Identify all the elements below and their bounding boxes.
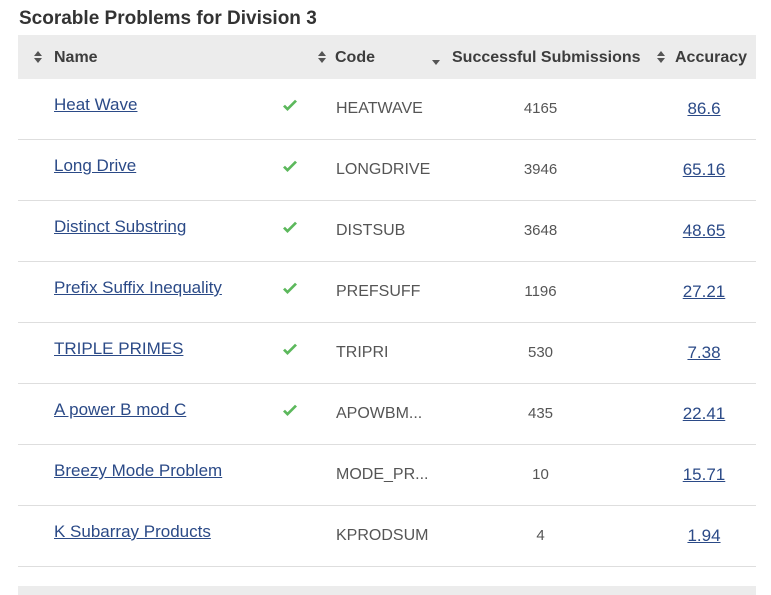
table-row: Distinct Substring DISTSUB 3648 48.65 [18, 201, 756, 262]
page-title: Scorable Problems for Division 3 [19, 8, 317, 29]
accuracy-link[interactable]: 1.94 [658, 506, 750, 566]
problem-name-link[interactable]: K Subarray Products [54, 502, 211, 562]
table-row: Heat Wave HEATWAVE 4165 86.6 [18, 79, 756, 140]
problem-name-link[interactable]: Prefix Suffix Inequality [54, 258, 222, 318]
successful-submissions: 435 [527, 405, 554, 422]
successful-submissions: 1196 [524, 283, 557, 300]
problem-name-link[interactable]: Heat Wave [54, 75, 137, 135]
problem-code: LONGDRIVE [336, 161, 431, 178]
problem-code: MODE_PR... [336, 466, 429, 483]
problem-code: APOWBM... [336, 405, 423, 422]
successful-submissions: 4 [536, 527, 545, 544]
column-header-accuracy[interactable]: Accuracy [675, 35, 747, 79]
solved-check-icon [282, 259, 298, 319]
table-body: Heat Wave HEATWAVE 4165 86.6 Long Drive LONGD… [18, 79, 756, 567]
table-row: Breezy Mode Problem MODE_PR... 10 15.71 [18, 445, 756, 506]
solved-check-icon [282, 137, 298, 197]
accuracy-link[interactable]: 27.21 [658, 262, 750, 322]
accuracy-link[interactable]: 48.65 [658, 201, 750, 261]
problem-name-link[interactable]: TRIPLE PRIMES [54, 319, 183, 379]
problem-code: HEATWAVE [336, 100, 423, 117]
successful-submissions: 530 [527, 344, 554, 361]
sort-both-icon[interactable] [657, 35, 665, 79]
accuracy-link[interactable]: 15.71 [658, 445, 750, 505]
accuracy-link[interactable]: 22.41 [658, 384, 750, 444]
table-row: Prefix Suffix Inequality PREFSUFF 1196 27.2… [18, 262, 756, 323]
column-header-name[interactable]: Name [54, 35, 98, 79]
accuracy-link[interactable]: 7.38 [658, 323, 750, 383]
column-header-submissions[interactable]: Successful Submissions [452, 35, 641, 79]
solved-check-icon [282, 198, 298, 258]
table-row: A power B mod C APOWBM... 435 22.41 [18, 384, 756, 445]
problems-table: Name Code Successful Submissions Accurac… [18, 35, 756, 567]
problem-name-link[interactable]: Breezy Mode Problem [54, 441, 222, 501]
problem-name-link[interactable]: Distinct Substring [54, 197, 186, 257]
table-row: TRIPLE PRIMES TRIPRI 530 7.38 [18, 323, 756, 384]
column-header-code[interactable]: Code [335, 35, 375, 79]
problem-code: DISTSUB [336, 222, 406, 239]
successful-submissions: 4165 [523, 100, 558, 117]
sort-both-icon[interactable] [34, 35, 42, 79]
successful-submissions: 3648 [523, 222, 558, 239]
solved-check-icon [282, 76, 298, 136]
successful-submissions: 3946 [523, 161, 558, 178]
solved-check-icon [282, 320, 298, 380]
table-footer-bar [18, 586, 756, 595]
problem-code: TRIPRI [336, 344, 389, 361]
solved-check-icon [282, 381, 298, 441]
accuracy-link[interactable]: 86.6 [658, 79, 750, 139]
table-row: Long Drive LONGDRIVE 3946 65.16 [18, 140, 756, 201]
table-header: Name Code Successful Submissions Accurac… [18, 35, 756, 79]
accuracy-link[interactable]: 65.16 [658, 140, 750, 200]
problem-name-link[interactable]: A power B mod C [54, 380, 186, 440]
sort-both-icon[interactable] [318, 35, 326, 79]
problem-code: KPRODSUM [336, 527, 429, 544]
successful-submissions: 10 [532, 466, 549, 483]
table-row: K Subarray Products KPRODSUM 4 1.94 [18, 506, 756, 567]
sort-desc-icon[interactable] [432, 39, 440, 83]
problem-name-link[interactable]: Long Drive [54, 136, 136, 196]
problem-code: PREFSUFF [336, 283, 421, 300]
